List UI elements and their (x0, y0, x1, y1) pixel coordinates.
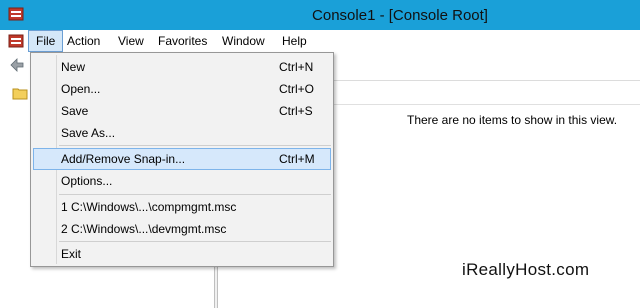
menu-item-label: Add/Remove Snap-in... (61, 152, 186, 166)
menu-item-recent-2[interactable]: 2 C:\Windows\...\devmgmt.msc (33, 218, 331, 240)
menu-item-label: Save (61, 104, 89, 118)
menu-item-exit[interactable]: Exit (33, 243, 331, 265)
mmc-console-icon[interactable] (8, 33, 24, 49)
menu-item-add-remove-snap-in[interactable]: Add/Remove Snap-in... Ctrl+M (33, 148, 331, 170)
menu-action[interactable]: Action (60, 30, 107, 52)
menu-item-shortcut: Ctrl+O (279, 82, 315, 96)
menu-item-save-as[interactable]: Save As... (33, 122, 331, 144)
menu-help[interactable]: Help (275, 30, 314, 52)
menu-item-shortcut: Ctrl+M (279, 152, 315, 166)
menu-bar: File Action View Favorites Window Help (0, 30, 640, 52)
menu-item-shortcut: Ctrl+S (279, 104, 313, 118)
menu-item-label: 2 C:\Windows\...\devmgmt.msc (61, 222, 227, 236)
menu-view[interactable]: View (111, 30, 151, 52)
menu-favorites[interactable]: Favorites (151, 30, 214, 52)
menu-item-label: Exit (61, 247, 82, 261)
menu-item-options[interactable]: Options... (33, 170, 331, 192)
menu-file[interactable]: File (28, 30, 64, 52)
menu-separator (59, 194, 331, 195)
menu-item-new[interactable]: New Ctrl+N (33, 56, 331, 78)
menu-item-recent-1[interactable]: 1 C:\Windows\...\compmgmt.msc (33, 196, 331, 218)
menu-item-label: New (61, 60, 86, 74)
window-title: Console1 - [Console Root] (312, 7, 488, 24)
menu-item-label: 1 C:\Windows\...\compmgmt.msc (61, 200, 237, 214)
back-arrow-icon[interactable] (10, 58, 24, 72)
title-bar: Console1 - [Console Root] (0, 0, 640, 30)
menu-separator (59, 241, 331, 242)
folder-icon[interactable] (12, 86, 28, 100)
menu-item-label: Options... (61, 174, 113, 188)
menu-item-label: Open... (61, 82, 101, 96)
menu-item-label: Save As... (61, 126, 116, 140)
menu-window[interactable]: Window (215, 30, 272, 52)
menu-item-save[interactable]: Save Ctrl+S (33, 100, 331, 122)
menu-item-open[interactable]: Open... Ctrl+O (33, 78, 331, 100)
empty-list-message: There are no items to show in this view. (407, 113, 618, 127)
menu-item-shortcut: Ctrl+N (279, 60, 314, 74)
menu-separator (59, 145, 331, 146)
watermark: iReallyHost.com (462, 260, 590, 279)
file-menu-dropdown: New Ctrl+N Open... Ctrl+O Save Ctrl+S Sa… (30, 52, 334, 267)
